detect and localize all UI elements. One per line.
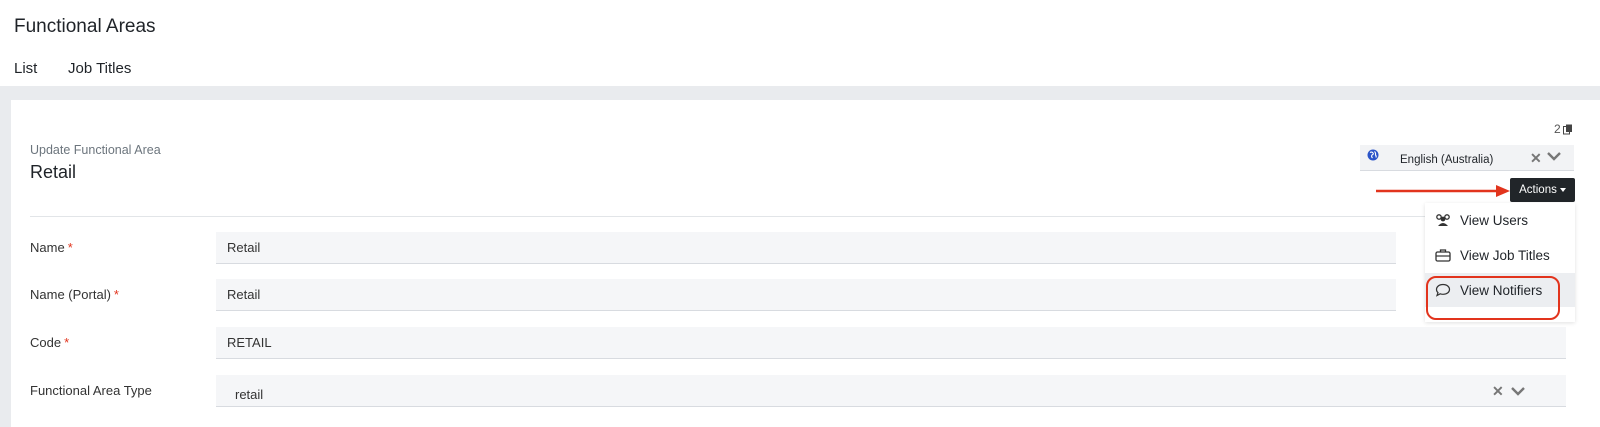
header-divider [30,216,1540,217]
required-marker: * [113,287,119,302]
briefcase-icon [1435,249,1451,262]
language-select[interactable]: English (Australia) ✕ [1360,145,1574,171]
name-field[interactable]: Retail [216,232,1396,264]
menu-item-view-job-titles[interactable]: View Job Titles [1425,238,1575,272]
functional-area-type-value: retail [235,387,264,402]
form-subtitle: Update Functional Area [30,143,161,157]
field-label-code: Code * [30,335,70,350]
annotation-arrow-icon [1376,185,1510,197]
menu-item-label: View Users [1460,213,1529,228]
chevron-down-icon[interactable] [1510,384,1526,398]
field-label-functional-area-type: Functional Area Type [30,383,152,398]
globe-icon [1367,149,1379,161]
language-clear-icon[interactable]: ✕ [1530,150,1542,167]
name-field-value: Retail [227,240,261,255]
page-title: Functional Areas [14,16,156,37]
caret-down-icon [1559,188,1566,192]
form-title: Retail [30,162,77,182]
copy-icon [1562,124,1572,134]
menu-item-view-users[interactable]: View Users [1425,203,1575,237]
tab-job-titles[interactable]: Job Titles [68,60,131,77]
actions-button[interactable]: Actions [1510,178,1575,202]
annotation-highlight-ring [1426,276,1560,320]
tab-list[interactable]: List [14,60,37,77]
functional-area-type-select[interactable]: retail ✕ [216,375,1566,407]
top-bar: Functional Areas List Job Titles [0,0,1600,86]
required-marker: * [67,240,73,255]
name-portal-field-value: Retail [227,287,261,302]
copy-count[interactable]: 2 [1554,122,1573,136]
code-field-value: RETAIL [227,335,272,350]
menu-item-label: View Job Titles [1460,248,1550,263]
name-portal-field[interactable]: Retail [216,279,1396,311]
code-field[interactable]: RETAIL [216,327,1566,359]
field-label-name-portal: Name (Portal) * [30,287,119,302]
actions-button-label: Actions [1519,184,1557,196]
chevron-down-icon[interactable] [1546,149,1562,163]
copy-count-value: 2 [1554,122,1561,136]
required-marker: * [64,335,70,350]
field-label-name: Name * [30,240,73,255]
type-clear-icon[interactable]: ✕ [1492,383,1504,400]
users-icon [1436,214,1450,226]
language-value: English (Australia) [1400,154,1494,166]
